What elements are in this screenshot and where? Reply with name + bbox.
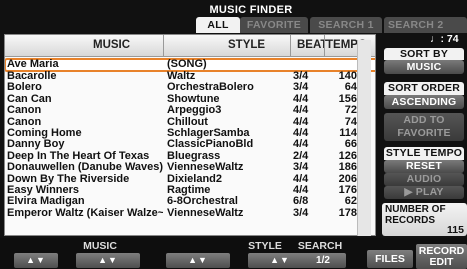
cell-music: Donauwellen (Danube Waves) [7,161,163,174]
cell-tempo: 114 [339,126,357,139]
page-title: MUSIC FINDER [209,4,293,16]
cell-music: Emperor Waltz (Kaiser Walze~ [7,206,163,219]
cell-beat: 4/4 [293,138,309,151]
cell-style: Bluegrass [167,149,221,162]
cell-style: Showtune [167,92,220,105]
cell-style: 6-8Orchestral [167,195,238,208]
column-divider [324,35,325,57]
cell-beat: 3/4 [293,161,309,174]
style-tempo-reset-button[interactable]: RESET [384,160,464,173]
cell-music: Can Can [7,92,52,105]
cell-style: SchlagerSamba [167,126,250,139]
column-header-beat[interactable]: BEAT [297,39,327,51]
sort-by-label: SORT BY [384,48,464,60]
scroll-up-down-button[interactable]: ▲▼ [14,253,58,268]
number-of-records: NUMBER OF RECORDS 115 [382,203,467,236]
cell-beat: 3/4 [293,206,309,219]
play-button[interactable]: ▶ PLAY [384,186,464,199]
cell-tempo: 126 [338,149,357,162]
cell-style: (SONG) [167,58,207,70]
cell-style: Dixieland2 [167,172,223,185]
cell-beat: 4/4 [293,104,309,117]
tab-search-1[interactable]: SEARCH 1 [310,17,382,33]
list-scrollbar[interactable] [357,40,371,236]
cell-style: Ragtime [167,183,211,196]
bottom-music-label: MUSIC [83,240,117,252]
add-favorite-line-1: ADD TO [403,114,445,126]
cell-music: Bolero [7,81,42,94]
cell-tempo: 66 [344,138,357,151]
style-up-down-button[interactable]: ▲▼ [166,253,230,268]
files-button[interactable]: FILES [367,250,413,268]
cell-music: Easy Winners [7,183,80,196]
cell-beat: 4/4 [293,115,309,128]
cell-style: VienneseWaltz [167,161,244,174]
cell-beat: 4/4 [293,126,309,139]
record-edit-line-2: EDIT [429,256,454,268]
cell-tempo: 186 [338,161,357,174]
cell-beat: 6/8 [293,195,309,208]
cell-music: Canon [7,104,42,117]
column-divider [163,35,164,57]
records-label: NUMBER OF RECORDS [385,204,465,226]
music-sort-up-down-button[interactable]: ▲▼ [76,253,140,268]
music-list: MUSIC STYLE BEAT TEMPO Ave Maria (SONG) Ba… [4,34,376,236]
music-finder-screen: MUSIC FINDER ALL FAVORITE SEARCH 1 SEARC… [0,0,467,269]
search-page-button[interactable]: 1/2 [300,253,346,268]
cell-beat: 4/4 [293,183,309,196]
cell-style: Arpeggio3 [167,104,222,117]
records-count: 115 [447,224,464,236]
cell-style: Chillout [167,115,208,128]
cell-beat: 3/4 [293,70,309,82]
cell-style: OrchestraBolero [167,81,254,94]
cell-tempo: 72 [344,104,357,117]
cell-tempo: 64 [344,81,357,94]
cell-tempo: 176 [338,183,357,196]
cell-tempo: 74 [344,115,357,128]
add-to-favorite-button[interactable]: ADD TO FAVORITE [384,113,464,141]
list-header: MUSIC STYLE BEAT TEMPO [5,35,375,57]
column-header-style[interactable]: STYLE [228,39,265,51]
tab-search-2[interactable]: SEARCH 2 [384,17,467,33]
tab-favorite[interactable]: FAVORITE [240,17,308,33]
cell-music: Elvira Madigan [7,195,85,208]
cell-beat: 3/4 [293,81,309,94]
sort-by-button[interactable]: MUSIC [384,60,464,74]
column-header-music[interactable]: MUSIC [93,39,130,51]
sort-order-label: SORT ORDER [384,82,464,95]
add-favorite-line-2: FAVORITE [397,127,451,139]
cell-tempo: 156 [338,92,357,105]
bottom-search-label: SEARCH [297,240,343,252]
style-tempo-label: STYLE TEMPO [384,147,464,160]
cell-style: VienneseWaltz [167,206,244,219]
list-rows: Ave Maria (SONG) Bacarolle Waltz 3/4 140 Boler… [5,58,375,219]
audio-button[interactable]: AUDIO [384,173,464,186]
cell-beat: 2/4 [293,149,309,162]
cell-style: ClassicPianoBld [167,138,254,151]
record-edit-button[interactable]: RECORD EDIT [416,244,467,269]
table-row[interactable]: Emperor Waltz (Kaiser Walze~ VienneseWalt… [5,206,375,219]
cell-music: Danny Boy [7,138,65,151]
cell-music: Coming Home [7,126,82,139]
tab-all[interactable]: ALL [196,17,240,33]
cell-music: Down By The Riverside [7,172,130,185]
cell-tempo: 206 [338,172,357,185]
cell-beat: 4/4 [293,92,309,105]
cell-music: Bacarolle [7,70,57,82]
cell-tempo: 62 [344,195,357,208]
cell-music: Ave Maria [7,58,59,70]
sort-order-button[interactable]: ASCENDING [384,95,464,109]
cell-tempo: 140 [338,70,357,82]
cell-music: Canon [7,115,42,128]
column-divider [290,35,291,57]
records-label-line-1: NUMBER OF [385,204,446,215]
cell-beat: 4/4 [293,172,309,185]
cell-style: Waltz [167,70,196,82]
cell-music: Deep In The Heart Of Texas [7,149,150,162]
tempo-readout: ♩: 74 [430,33,459,45]
cell-tempo: 178 [338,206,357,219]
